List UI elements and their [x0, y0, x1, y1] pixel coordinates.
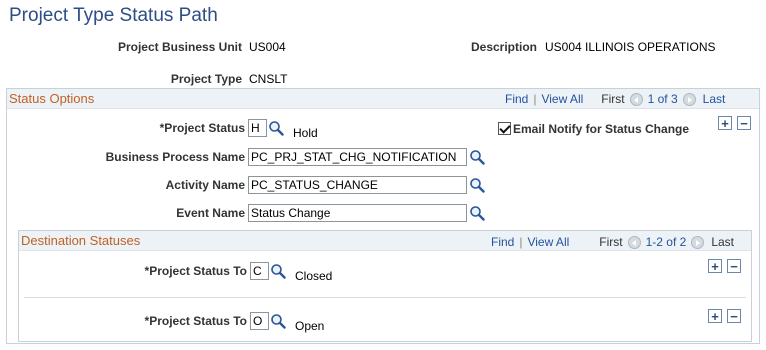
nav-separator: |: [519, 235, 523, 249]
project-type-value: CNSLT: [249, 72, 288, 86]
last-link[interactable]: Last: [703, 92, 726, 106]
status-to-label: *Project Status To: [144, 264, 247, 278]
project-status-description: Hold: [293, 126, 318, 140]
remove-row-button[interactable]: −: [737, 116, 751, 130]
find-link[interactable]: Find: [505, 92, 528, 106]
status-to-description: Open: [295, 319, 325, 333]
row-count: 1-2 of 2: [645, 235, 687, 249]
activity-label: Activity Name: [165, 178, 245, 192]
add-row-button[interactable]: +: [718, 116, 732, 130]
project-status-input[interactable]: H: [248, 119, 267, 137]
nav-separator: |: [533, 92, 537, 106]
magnifier-icon[interactable]: [270, 313, 286, 329]
remove-row-button[interactable]: −: [727, 309, 741, 323]
magnifier-icon[interactable]: [469, 149, 485, 165]
add-row-button[interactable]: +: [708, 259, 722, 273]
left-arrow-icon[interactable]: [627, 235, 641, 249]
description-value: US004 ILLINOIS OPERATIONS: [545, 40, 716, 54]
status-to-label: *Project Status To: [144, 314, 247, 328]
add-row-button[interactable]: +: [708, 309, 722, 323]
business-process-label: Business Process Name: [105, 150, 245, 164]
event-label: Event Name: [176, 206, 245, 220]
status-to-description: Closed: [295, 269, 333, 283]
left-arrow-icon[interactable]: [629, 92, 643, 106]
business-unit-value: US004: [249, 40, 286, 54]
row-count: 1 of 3: [647, 92, 678, 106]
business-unit-label: Project Business Unit: [117, 40, 242, 54]
project-type-label: Project Type: [170, 72, 242, 86]
view-all-link[interactable]: View All: [527, 235, 569, 249]
email-notify-checkbox[interactable]: [498, 122, 511, 135]
magnifier-icon[interactable]: [469, 205, 485, 221]
magnifier-icon[interactable]: [469, 177, 485, 193]
first-label: First: [599, 235, 623, 249]
view-all-link[interactable]: View All: [541, 92, 583, 106]
page-title: Project Type Status Path: [9, 5, 218, 26]
remove-row-button[interactable]: −: [727, 259, 741, 273]
last-label: Last: [711, 235, 734, 249]
destination-statuses-nav: Find | View All First 1-2 of 2 Last: [491, 235, 734, 249]
row-divider: [24, 297, 746, 298]
magnifier-icon[interactable]: [268, 120, 284, 136]
status-options-title: Status Options: [9, 91, 95, 106]
find-link[interactable]: Find: [491, 235, 514, 249]
event-input[interactable]: Status Change: [248, 204, 467, 222]
right-arrow-icon[interactable]: [682, 92, 696, 106]
description-label: Description: [470, 40, 537, 54]
business-process-input[interactable]: PC_PRJ_STAT_CHG_NOTIFICATION: [248, 148, 467, 166]
magnifier-icon[interactable]: [270, 263, 286, 279]
email-notify-label: Email Notify for Status Change: [513, 122, 690, 136]
activity-input[interactable]: PC_STATUS_CHANGE: [248, 176, 467, 194]
destination-statuses-title: Destination Statuses: [21, 233, 141, 248]
first-label: First: [601, 92, 625, 106]
status-options-nav: Find | View All First 1 of 3 Last: [505, 92, 725, 106]
right-arrow-icon[interactable]: [691, 235, 705, 249]
project-status-label: *Project Status: [159, 121, 245, 135]
status-to-input[interactable]: O: [250, 312, 269, 330]
status-to-input[interactable]: C: [250, 262, 269, 280]
